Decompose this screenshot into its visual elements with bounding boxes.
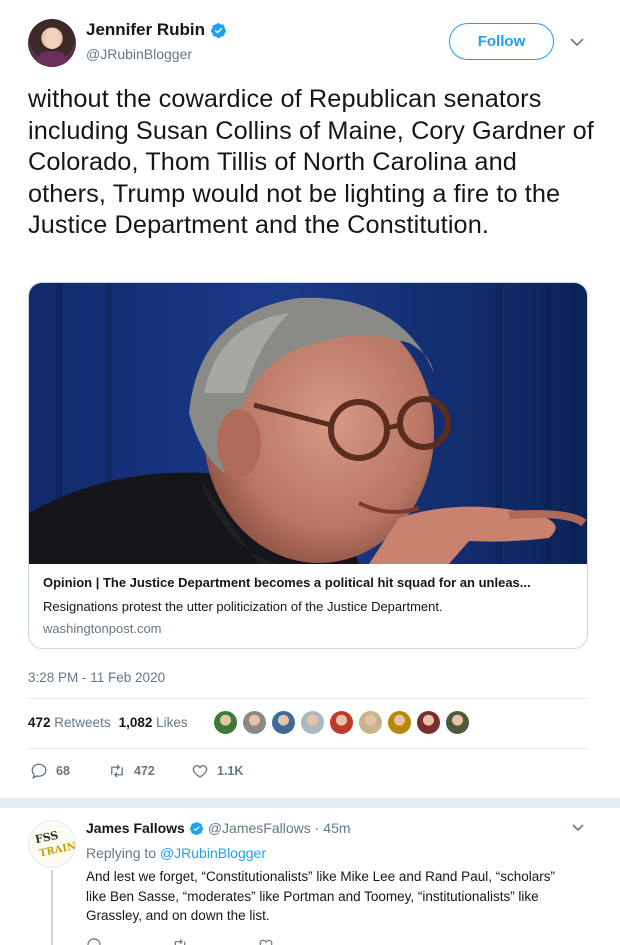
heart-icon xyxy=(192,765,208,778)
liker-avatar[interactable] xyxy=(387,710,412,735)
like-button[interactable]: 1.1K xyxy=(191,762,243,780)
author-handle[interactable]: @JRubinBlogger xyxy=(86,46,192,62)
replying-to: Replying to @JRubinBlogger xyxy=(86,845,266,861)
retweet-count: 472 xyxy=(134,764,155,778)
retweets-stat[interactable]: 472 Retweets xyxy=(28,715,111,730)
reply-actions xyxy=(86,937,274,945)
tweet-text: without the cowardice of Republican sena… xyxy=(28,85,594,240)
tweet-actions: 68 472 1.1K xyxy=(30,762,243,780)
reply-author-handle[interactable]: @JamesFallows xyxy=(208,820,311,836)
divider xyxy=(28,748,588,749)
reply-author-avatar[interactable]: FSS TRAINS xyxy=(28,820,76,868)
author-name-row[interactable]: Jennifer Rubin xyxy=(86,20,227,40)
card-image xyxy=(29,283,587,564)
verified-badge-icon xyxy=(211,22,226,38)
likes-stat[interactable]: 1,082 Likes xyxy=(119,715,188,730)
tweet-timestamp[interactable]: 3:28 PM - 11 Feb 2020 xyxy=(28,670,165,685)
replying-to-link[interactable]: @JRubinBlogger xyxy=(160,845,266,861)
author-avatar[interactable] xyxy=(28,19,76,67)
heart-icon[interactable] xyxy=(258,937,274,945)
reply-author-name[interactable]: James Fallows xyxy=(86,820,185,836)
thread-line xyxy=(51,870,53,945)
card-domain: washingtonpost.com xyxy=(43,621,162,636)
follow-button[interactable]: Follow xyxy=(449,23,554,60)
liker-avatar[interactable] xyxy=(213,710,238,735)
liker-avatar[interactable] xyxy=(271,710,296,735)
liker-avatar[interactable] xyxy=(329,710,354,735)
reply-count: 68 xyxy=(56,764,70,778)
like-count: 1.1K xyxy=(217,764,244,778)
retweet-icon[interactable] xyxy=(172,937,188,945)
engagement-stats: 472 Retweets 1,082 Likes xyxy=(28,715,188,730)
reply-icon[interactable] xyxy=(86,937,102,945)
reply-icon xyxy=(31,763,47,780)
liker-avatar[interactable] xyxy=(445,710,470,735)
liker-avatar[interactable] xyxy=(300,710,325,735)
reply-author-row[interactable]: James Fallows @JamesFallows · 45m xyxy=(86,820,351,836)
verified-badge-icon xyxy=(189,821,203,835)
link-card[interactable]: Opinion | The Justice Department becomes… xyxy=(28,282,588,649)
chevron-down-icon[interactable] xyxy=(571,823,585,833)
author-name[interactable]: Jennifer Rubin xyxy=(86,20,205,40)
chevron-down-icon[interactable] xyxy=(569,36,585,48)
retweet-button[interactable]: 472 xyxy=(108,762,191,780)
reply-text: And lest we forget, “Constitutionalists”… xyxy=(86,869,555,923)
divider xyxy=(28,698,588,699)
liker-avatar[interactable] xyxy=(416,710,441,735)
retweet-icon xyxy=(111,764,123,778)
reply-button[interactable]: 68 xyxy=(30,762,108,780)
card-description: Resignations protest the utter politiciz… xyxy=(43,599,443,614)
likers-avatars xyxy=(213,710,470,735)
liker-avatar[interactable] xyxy=(242,710,267,735)
reply-time[interactable]: · 45m xyxy=(315,820,351,836)
card-title[interactable]: Opinion | The Justice Department becomes… xyxy=(43,575,578,590)
liker-avatar[interactable] xyxy=(358,710,383,735)
section-separator xyxy=(0,798,620,808)
